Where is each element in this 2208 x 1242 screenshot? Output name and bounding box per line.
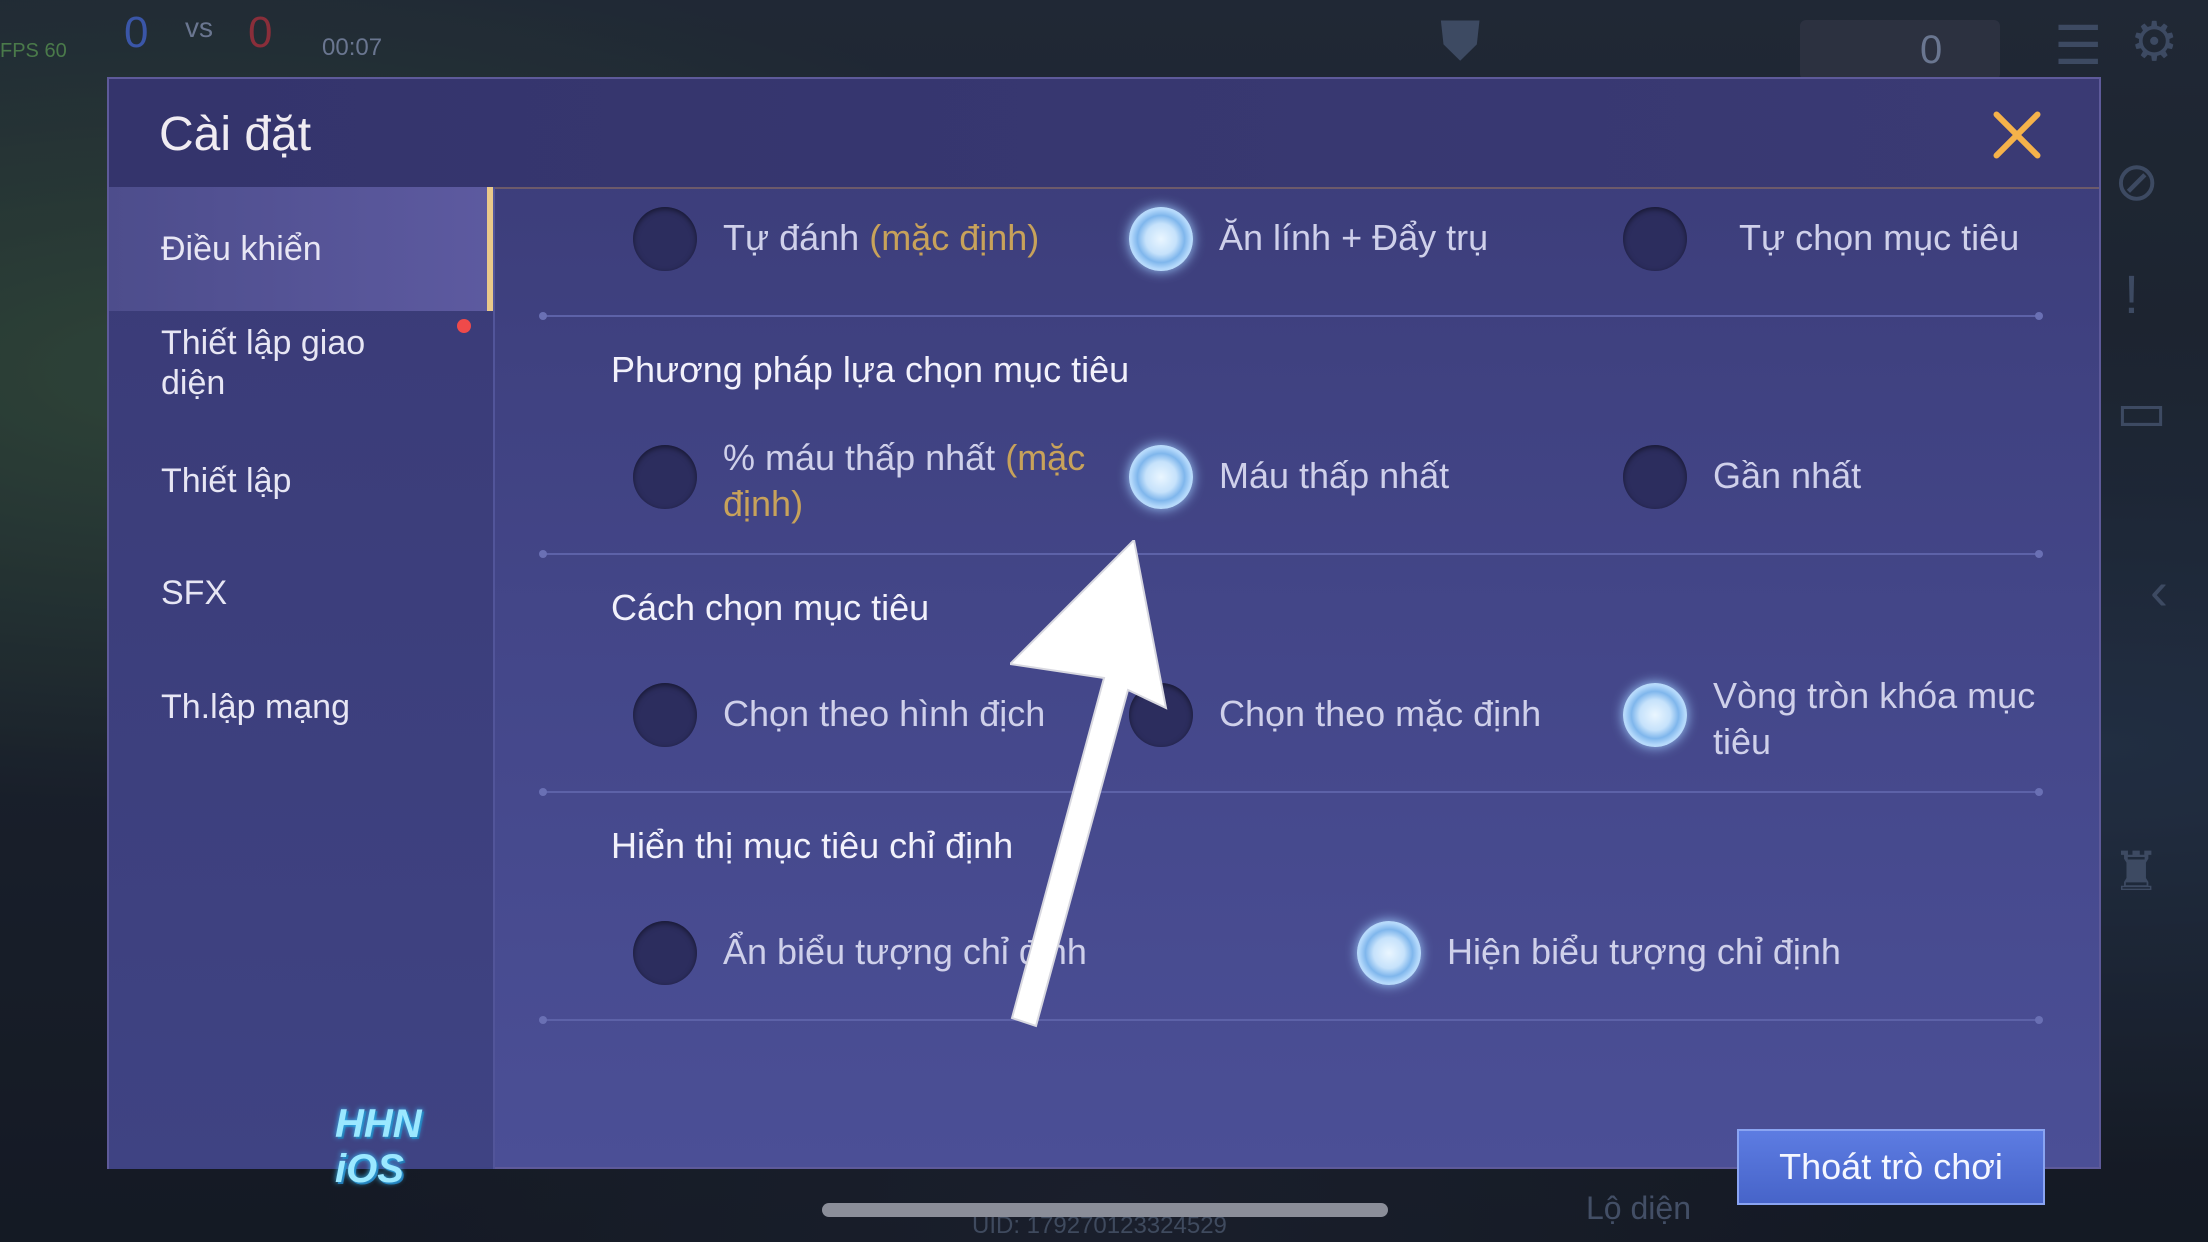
section-title: Phương pháp lựa chọn mục tiêu — [611, 349, 1130, 390]
match-timer: 00:07 — [322, 34, 383, 61]
gear-icon: ⚙ — [2130, 12, 2179, 72]
radio-button-selected[interactable] — [1129, 445, 1193, 509]
sidebar-item-label: Thiết lập — [161, 462, 292, 500]
annotation-arrow-icon — [1010, 540, 1168, 1028]
divider — [539, 788, 2043, 796]
option-label: Chọn theo mặc định — [1219, 693, 1542, 734]
dialog-title: Cài đặt — [159, 108, 312, 161]
radio-button[interactable] — [633, 921, 697, 985]
option-label: Vòng tròn khóa mục tiêu — [1713, 675, 2036, 762]
target-icon: ⊘ — [2114, 152, 2160, 212]
radio-button[interactable] — [1623, 445, 1687, 509]
sidebar-item-label: Điều khiển — [161, 230, 322, 268]
dialog-header: Cài đặt — [109, 79, 2099, 189]
divider — [539, 550, 2043, 558]
sidebar-item-label: SFX — [161, 574, 228, 612]
fps-readout: FPS 60 — [0, 40, 67, 62]
lo-dien-label: Lộ diện — [1586, 1190, 1691, 1226]
shop-cart-count: 0 — [1920, 28, 1943, 72]
tower-icon: ♜ — [2112, 842, 2161, 902]
option-label: Tự chọn mục tiêu — [1739, 217, 2020, 258]
watermark: HHN iOS — [335, 1102, 422, 1191]
sidebar-item-thiet-lap-giao-dien[interactable]: Thiết lập giao diện — [109, 311, 493, 421]
option-label: Máu thấp nhất — [1219, 455, 1450, 496]
score-left: 0 — [124, 8, 149, 57]
radio-button-selected[interactable] — [1357, 921, 1421, 985]
score-right: 0 — [248, 8, 273, 57]
option-label: Ăn lính + Đẩy trụ — [1219, 217, 1489, 258]
option-label: Hiện biểu tượng chỉ định — [1447, 931, 1841, 972]
divider — [539, 312, 2043, 320]
close-icon[interactable] — [1989, 107, 2045, 163]
section-title: Cách chọn mục tiêu — [611, 587, 930, 628]
chat-icon: ▭ — [2116, 382, 2168, 442]
default-tag: (mặc định) — [869, 217, 1040, 258]
alert-icon: ! — [2124, 265, 2140, 325]
sidebar-item-th-lap-mang[interactable]: Th.lập mạng — [109, 661, 493, 751]
radio-button[interactable] — [633, 683, 697, 747]
home-indicator[interactable] — [822, 1203, 1388, 1217]
shop-cart-icon — [1800, 20, 2000, 80]
sidebar-item-label: Thiết lập giao diện — [161, 324, 366, 402]
settings-content: Tự đánh (mặc định) Ăn lính + Đẩy trụ Tự … — [493, 187, 2101, 1205]
radio-button-selected[interactable] — [1623, 683, 1687, 747]
radio-button[interactable] — [633, 207, 697, 271]
exit-game-button[interactable]: Thoát trò chơi — [1737, 1129, 2045, 1205]
chevron-left-icon: ‹ — [2150, 561, 2168, 621]
radio-button[interactable] — [1623, 207, 1687, 271]
divider — [539, 1016, 2043, 1024]
score-vs: vs — [185, 12, 213, 43]
option-label: Chọn theo hình địch — [723, 693, 1046, 734]
settings-sidebar: Điều khiển Thiết lập giao diện Thiết lập… — [109, 187, 495, 1191]
sidebar-item-thiet-lap[interactable]: Thiết lập — [109, 435, 493, 525]
sidebar-item-dieu-khien[interactable]: Điều khiển — [109, 187, 493, 311]
notification-dot — [457, 319, 471, 333]
option-label: Tự đánh — [723, 217, 860, 258]
sidebar-item-label: Th.lập mạng — [161, 688, 350, 726]
menu-list-icon: ☰ — [2054, 16, 2103, 76]
option-label: Gần nhất — [1713, 455, 1862, 496]
option-label: % máu thấp nhất — [723, 437, 996, 478]
section-title: Hiển thị mục tiêu chỉ định — [611, 825, 1014, 866]
shield-icon: ⛊ — [1440, 11, 1481, 71]
radio-button-selected[interactable] — [1129, 207, 1193, 271]
sidebar-item-sfx[interactable]: SFX — [109, 547, 493, 637]
radio-button[interactable] — [633, 445, 697, 509]
